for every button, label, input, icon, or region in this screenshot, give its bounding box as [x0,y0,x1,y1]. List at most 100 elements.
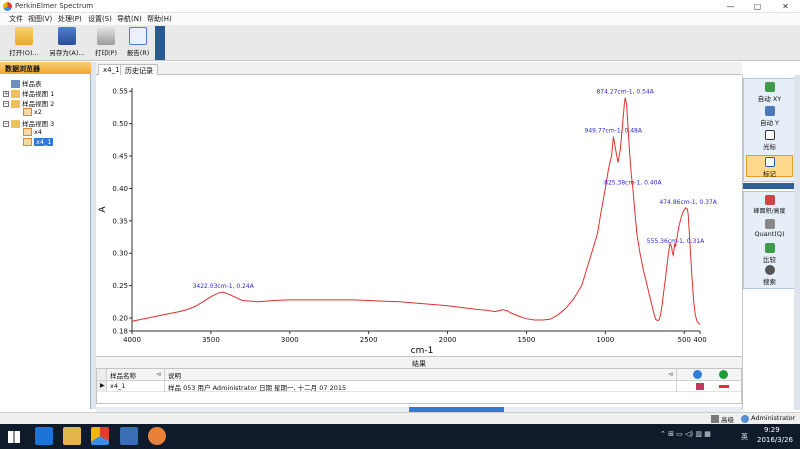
column-label: 说明 [168,372,181,380]
column-label: 样品名称 [110,372,136,380]
label-label: 标记 [763,170,776,178]
file-explorer-icon[interactable] [63,427,81,445]
save-as-label: 另存为(A)... [49,49,85,57]
peak-annotation[interactable]: 874.27cm-1, 0.54A [596,89,654,96]
report-label: 报告(R) [126,49,150,57]
spectrum-chart[interactable]: 4000 3500 3000 2500 2000 1500 1000 500 400 0.55 0.… [96,76,742,356]
close-button[interactable]: ✕ [772,0,799,13]
user-icon [741,415,749,423]
tree-item-x4[interactable]: x4 [23,128,42,138]
tree-item-sample-view-2[interactable]: − 样品视图 2 [3,98,54,108]
menu-navigate[interactable]: 导航(N) [117,14,142,24]
spectrum-color-icon[interactable] [696,383,704,390]
clock-date[interactable]: 2016/3/26 [757,436,793,444]
menu-help[interactable]: 帮助(H) [147,14,172,24]
status-icon[interactable] [719,370,728,379]
menu-view[interactable]: 视图(V) [28,14,52,24]
edge-browser-icon[interactable] [35,427,53,445]
y-tick-label: 0.18 [112,328,128,336]
cell-description: 样品 053 用户 Administrator 日期 星期一, 十二月 07 2… [165,381,677,392]
perkinelmer-spectrum-icon[interactable] [91,427,109,445]
mode-icon [711,415,719,423]
row-pointer-icon: ▶ [97,381,107,392]
peak-area-height-button[interactable]: 峰面积/高度 [746,194,793,216]
column-filter-icon[interactable]: ⊲ [156,371,162,378]
x-tick-label: 500 [678,336,691,344]
app-icon[interactable] [148,427,166,445]
user-status: Administrator [751,414,796,422]
peak-annotation[interactable]: 949.77cm-1, 0.48A [585,128,643,135]
peak-annotation[interactable]: 3422.03cm-1, 0.24A [193,283,255,290]
y-tick-label: 0.45 [112,153,128,161]
cursor-label: 光标 [763,143,776,151]
printer-icon [97,27,115,45]
info-icon[interactable] [693,370,702,379]
expand-icon[interactable]: + [3,91,9,97]
save-as-button[interactable]: 另存为(A)... [46,27,88,59]
auto-y-button[interactable]: 自动 Y [746,105,793,127]
y-tick-label: 0.20 [112,315,128,323]
tree-item-label: x4 [34,128,42,136]
report-button[interactable]: 报告(R) [123,27,153,59]
taskbar: ⌃ ⊞ ▭ ◁) ▥ ▦ 英 9:29 2016/3/26 [0,424,800,449]
tree-item-x2[interactable]: x2 [23,108,42,118]
compare-button[interactable]: 比较 [746,242,793,264]
spectrum-icon [23,108,32,116]
view-tools-group: 自动 XY 自动 Y 光标 标记 [743,78,795,182]
tree-item-sample-table[interactable]: 样品表 [11,78,42,88]
menu-file[interactable]: 文件 [9,14,23,24]
clock-time[interactable]: 9:29 [764,426,780,434]
app-icon[interactable] [120,427,138,445]
peak-area-label: 峰面积/高度 [753,208,786,215]
tree-item-x4-1[interactable]: x4_1 [23,138,54,148]
column-description[interactable]: 说明 [165,369,677,380]
print-button[interactable]: 打印(P) [92,27,120,59]
auto-xy-button[interactable]: 自动 XY [746,81,793,103]
panel-separator[interactable] [743,183,795,189]
tab-history[interactable]: 历史记录 [120,64,158,75]
compare-label: 比较 [763,256,776,264]
results-header-row: 样品名称 ⊲ 说明 ⊲ [97,369,741,381]
collapse-icon[interactable]: − [3,121,9,127]
spectrum-chart-area[interactable]: 4000 3500 3000 2500 2000 1500 1000 500 400 0.55 0.… [96,76,742,356]
results-header: 结果 [96,356,742,368]
results-table: 样品名称 ⊲ 说明 ⊲ ▶ x4_1 样品 053 用户 Administrat… [96,368,742,404]
maximize-button[interactable]: ▢ [744,0,771,13]
start-windows-icon[interactable] [8,431,20,443]
quant-button[interactable]: Quant(Q) [746,218,793,240]
data-explorer-panel: 数据浏览器 样品表 + 样品视图 1 − 样品视图 2 x2 − 样品视图 3 … [0,62,91,409]
auto-xy-icon [764,82,775,92]
open-button[interactable]: 打开(O)... [6,27,42,59]
x-tick-label: 3500 [202,336,220,344]
x-tick-label: 1500 [518,336,536,344]
x-tick-label: 4000 [123,336,141,344]
menu-process[interactable]: 处理(P) [58,14,82,24]
folder-icon [11,90,21,98]
label-button[interactable]: 标记 [746,155,793,178]
line-color-swatch[interactable] [719,385,729,388]
cursor-button[interactable]: 光标 [746,129,793,151]
tree-item-label: x2 [34,108,42,116]
collapse-icon[interactable]: − [3,101,9,107]
peak-annotation[interactable]: 825.38cm-1, 0.40A [604,179,662,186]
tray-icons[interactable]: ⌃ ⊞ ▭ ◁) ▥ ▦ [660,430,711,438]
table-row[interactable]: ▶ x4_1 样品 053 用户 Administrator 日期 星期一, 十… [97,381,741,392]
table-icon [11,80,20,88]
tree-item-sample-view-1[interactable]: + 样品视图 1 [3,88,54,98]
folder-icon [11,120,21,128]
column-filter-icon[interactable]: ⊲ [668,371,674,378]
folder-open-icon [15,27,33,45]
menu-settings[interactable]: 设置(S) [88,14,112,24]
folder-icon [11,100,21,108]
right-panel-splitter[interactable] [794,75,800,410]
peak-annotation[interactable]: 474.86cm-1, 0.37A [659,199,717,206]
ime-indicator[interactable]: 英 [741,432,748,442]
label-peak-icon [764,157,775,167]
minimize-button[interactable]: — [717,0,744,13]
peak-annotation[interactable]: 555.36cm-1, 0.31A [647,238,705,245]
tree-item-sample-view-3[interactable]: − 样品视图 3 [3,118,54,128]
print-label: 打印(P) [95,49,117,57]
spectrum-icon [23,138,32,146]
search-button[interactable]: 搜索 [746,264,793,286]
toolbar-overflow-button[interactable] [155,26,165,60]
